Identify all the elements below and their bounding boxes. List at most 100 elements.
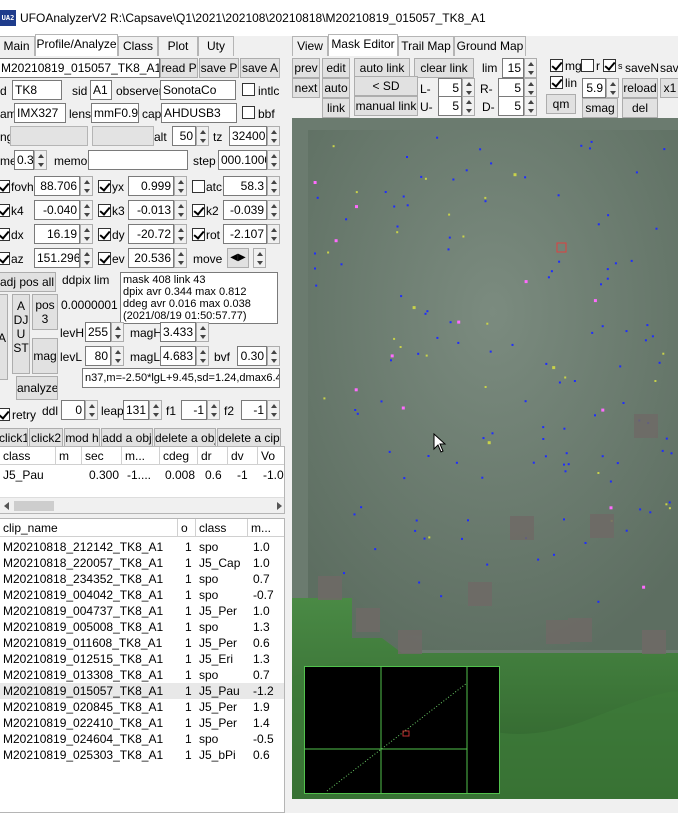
obj-header-cdeg[interactable]: cdeg	[160, 447, 198, 465]
d-spinner[interactable]	[524, 96, 537, 116]
lin-spinner[interactable]	[606, 78, 619, 98]
lens-input[interactable]: mmF0.95	[91, 103, 139, 123]
a-button[interactable]: A	[0, 294, 8, 380]
obj-header-vo[interactable]: Vo	[258, 447, 284, 465]
manual-link-button[interactable]: manual link	[354, 96, 418, 116]
prev-button[interactable]: prev	[292, 58, 320, 78]
levh-input[interactable]: 255	[85, 322, 111, 342]
obj-header-m[interactable]: m	[56, 447, 82, 465]
k3-checkbox[interactable]	[98, 204, 111, 217]
auto-link-button[interactable]: auto link	[354, 58, 410, 78]
link-button[interactable]: link	[322, 98, 350, 118]
k3-input[interactable]: -0.013	[128, 200, 174, 220]
atc-input[interactable]: 58.3	[223, 176, 267, 196]
adjust-pos-all-button[interactable]: adj pos all	[0, 272, 56, 292]
table-row[interactable]: M20210819_012515_TK8_A1 1 J5_Eri 1.3	[0, 651, 284, 667]
time-spinner[interactable]	[34, 150, 47, 170]
auto-button[interactable]: auto	[322, 78, 350, 98]
dx-checkbox[interactable]	[0, 228, 10, 241]
del-button[interactable]: del	[622, 98, 658, 118]
ev-spinner[interactable]	[174, 248, 187, 268]
profile-filename[interactable]: M20210819_015057_TK8_A1A.XI	[0, 58, 160, 78]
tab-plot[interactable]: Plot	[158, 36, 198, 56]
clear-link-button[interactable]: clear link	[414, 58, 474, 78]
ev-checkbox[interactable]	[98, 252, 111, 265]
mag-high-input[interactable]: 3.433	[160, 322, 196, 342]
clip-header-o[interactable]: o	[178, 519, 196, 537]
bvf-spinner[interactable]	[267, 346, 280, 366]
delete-clip-button[interactable]: delete a cip	[217, 428, 281, 448]
retry-checkbox[interactable]	[0, 408, 10, 421]
qm-button[interactable]: qm	[546, 94, 576, 114]
obj-header-sec[interactable]: sec	[82, 447, 122, 465]
f2-spinner[interactable]	[267, 400, 280, 420]
table-row[interactable]: M20210819_025303_TK8_A1 1 J5_bPi 0.6	[0, 747, 284, 763]
tab-main[interactable]: Main	[0, 36, 35, 56]
table-row[interactable]: M20210819_011608_TK8_A1 1 J5_Per 0.6	[0, 635, 284, 651]
dx-spinner[interactable]	[80, 224, 93, 244]
table-row[interactable]: M20210819_024604_TK8_A1 1 spo -0.5	[0, 731, 284, 747]
k4-input[interactable]: -0.040	[34, 200, 80, 220]
az-input[interactable]: 151.296	[34, 248, 80, 268]
delete-obj-button[interactable]: delete a obj	[154, 428, 216, 448]
k3-spinner[interactable]	[174, 200, 187, 220]
step-input[interactable]: 000.1000	[218, 150, 267, 170]
fovh-checkbox[interactable]	[0, 180, 10, 193]
smag-button[interactable]: smag	[582, 98, 618, 118]
k2-input[interactable]: -0.039	[223, 200, 267, 220]
scrollbar-thumb[interactable]	[14, 501, 54, 511]
l-input[interactable]: 5	[438, 78, 462, 98]
atc-spinner[interactable]	[267, 176, 280, 196]
az-spinner[interactable]	[80, 248, 93, 268]
time-input[interactable]: 0.3	[14, 150, 34, 170]
tab-uty[interactable]: Uty	[198, 36, 234, 56]
save-profile-button[interactable]: save P	[199, 58, 239, 78]
table-row[interactable]: M20210819_004737_TK8_A1 1 J5_Per 1.0	[0, 603, 284, 619]
mag-low-spinner[interactable]	[196, 346, 209, 366]
az-checkbox[interactable]	[0, 252, 10, 265]
cap-input[interactable]: AHDUSB3	[161, 103, 237, 123]
k2-checkbox[interactable]	[192, 204, 205, 217]
table-row[interactable]: M20210819_013308_TK8_A1 1 spo 0.7	[0, 667, 284, 683]
mod-h-button[interactable]: mod h	[64, 428, 100, 448]
sav-label[interactable]: sav	[660, 59, 678, 77]
read-profile-button[interactable]: read P	[160, 58, 198, 78]
dy-spinner[interactable]	[174, 224, 187, 244]
bvf-input[interactable]: 0.30	[237, 346, 267, 366]
k2-spinner[interactable]	[267, 200, 280, 220]
sd-button[interactable]: < SD	[354, 76, 418, 96]
tab-trail-map[interactable]: Trail Map	[398, 36, 454, 56]
tab-ground-map[interactable]: Ground Map	[454, 36, 526, 56]
save-analysis-button[interactable]: save A	[240, 58, 280, 78]
click1-button[interactable]: click1	[0, 428, 28, 448]
f1-input[interactable]: -1	[181, 400, 207, 420]
mag-button[interactable]: mag	[32, 338, 58, 374]
id-input[interactable]: TK8	[12, 80, 62, 100]
table-row[interactable]: M20210818_220057_TK8_A1 1 J5_Cap 1.0	[0, 555, 284, 571]
edit-button[interactable]: edit	[322, 58, 350, 78]
move-spinner[interactable]	[253, 248, 266, 268]
k4-spinner[interactable]	[80, 200, 93, 220]
tab-class[interactable]: Class	[118, 36, 158, 56]
ddl-input[interactable]: 0	[61, 400, 85, 420]
tab-mask-editor[interactable]: Mask Editor	[328, 34, 398, 56]
table-row[interactable]: M20210819_005008_TK8_A1 1 spo 1.3	[0, 619, 284, 635]
ev-input[interactable]: 20.536	[128, 248, 174, 268]
d-input[interactable]: 5	[498, 96, 524, 116]
rot-input[interactable]: -2.107	[223, 224, 267, 244]
r-checkbox[interactable]	[581, 59, 594, 72]
s-checkbox[interactable]	[603, 59, 616, 72]
dy-checkbox[interactable]	[98, 228, 111, 241]
table-row[interactable]: M20210819_022410_TK8_A1 1 J5_Per 1.4	[0, 715, 284, 731]
rot-checkbox[interactable]	[192, 228, 205, 241]
f2-input[interactable]: -1	[241, 400, 267, 420]
table-row[interactable]: M20210819_020845_TK8_A1 1 J5_Per 1.9	[0, 699, 284, 715]
obj-header-dv[interactable]: dv	[228, 447, 258, 465]
obj-header-mag[interactable]: m...	[122, 447, 160, 465]
tz-spinner[interactable]	[267, 126, 280, 146]
obj-header-dr[interactable]: dr	[198, 447, 228, 465]
memo-input[interactable]	[88, 150, 188, 170]
pos-button[interactable]: pos 3	[32, 294, 58, 330]
r-spinner[interactable]	[524, 78, 537, 98]
yx-input[interactable]: 0.999	[128, 176, 174, 196]
